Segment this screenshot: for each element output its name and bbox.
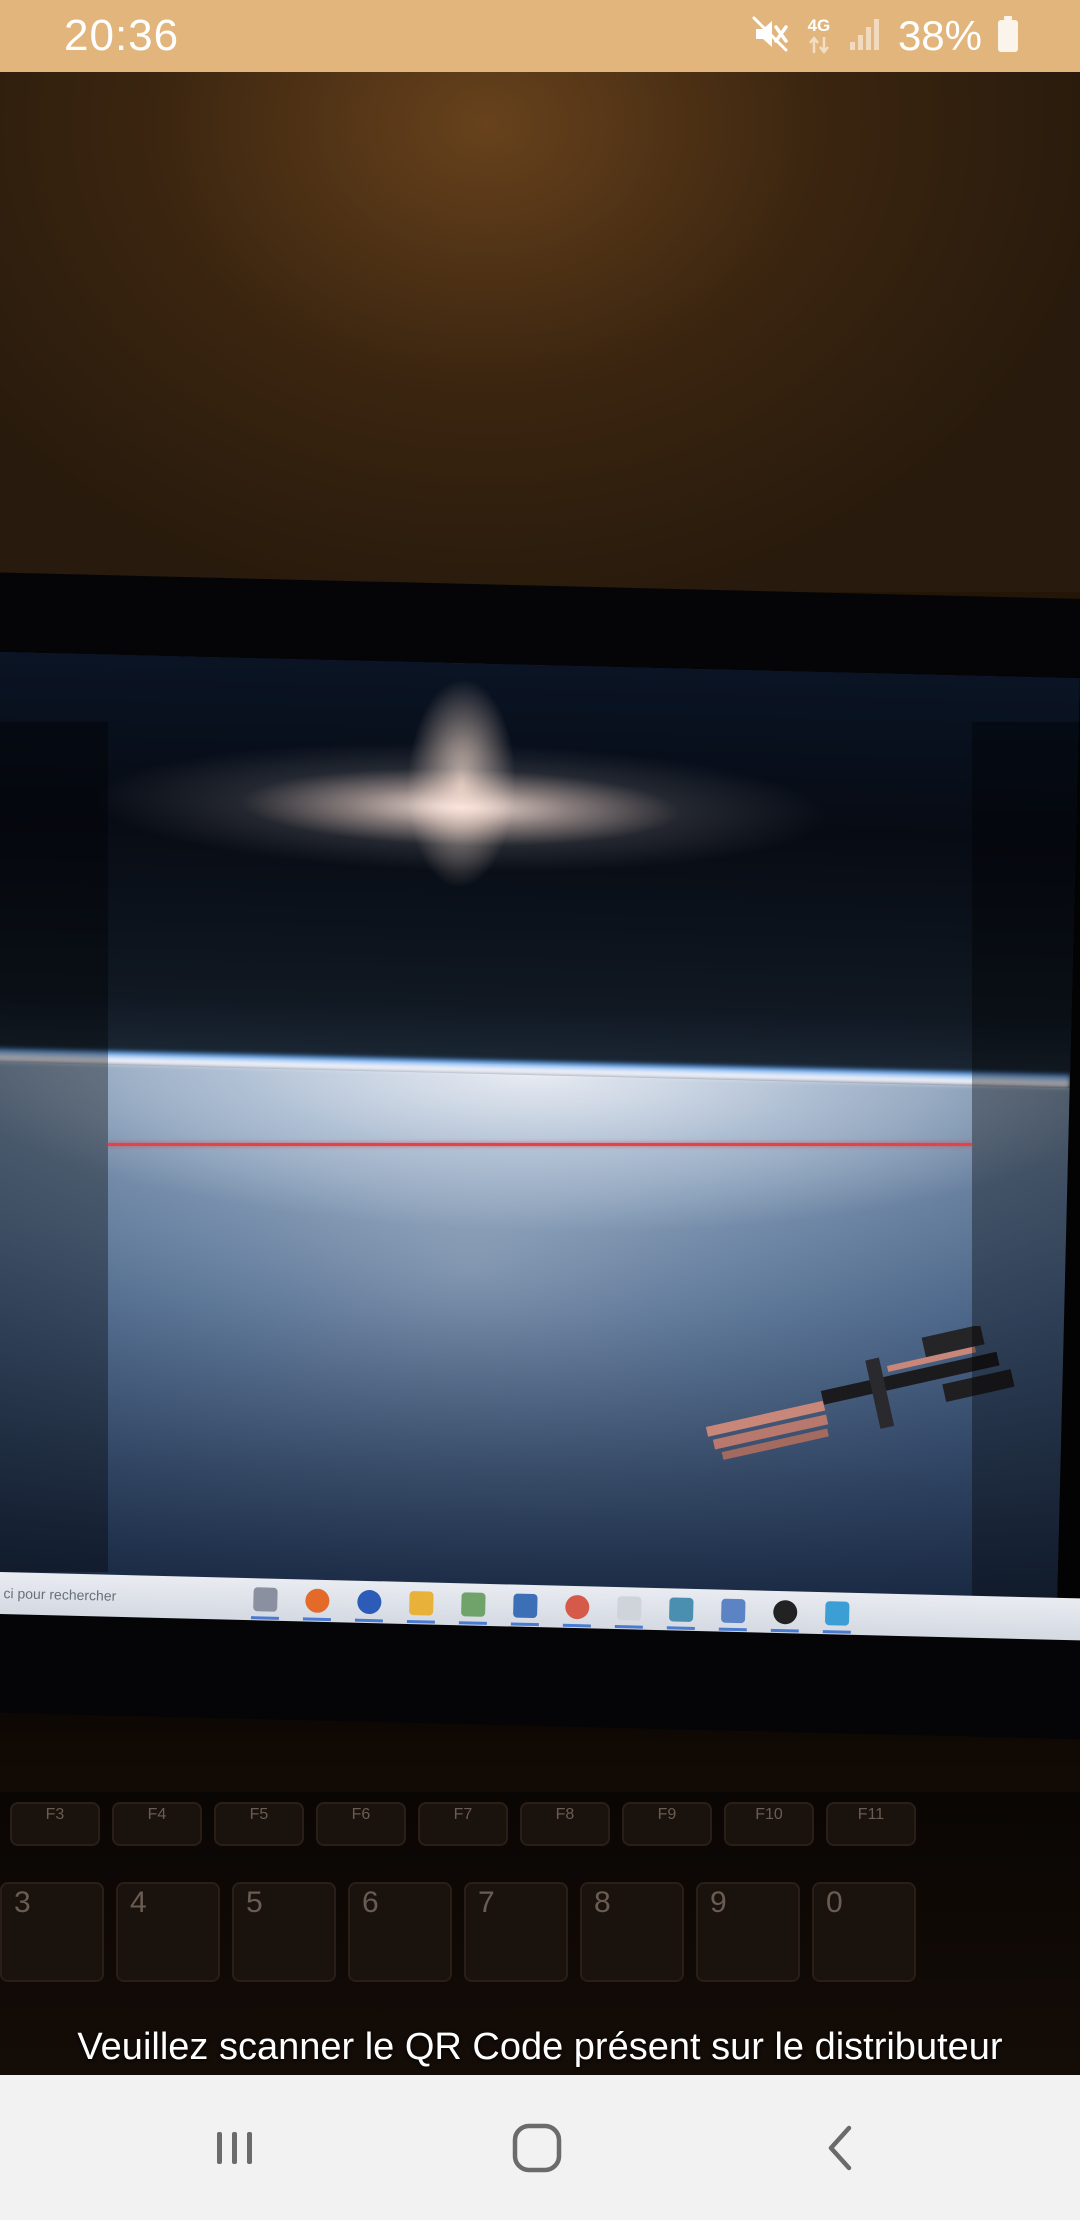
status-time: 20:36 xyxy=(64,11,180,60)
key: 5 xyxy=(232,1882,336,1982)
recents-button[interactable] xyxy=(190,2105,280,2195)
document-icon xyxy=(461,1592,486,1617)
app-icon xyxy=(668,1597,694,1622)
key: F3 xyxy=(10,1802,100,1846)
status-icons: 4G 38% xyxy=(750,12,1020,60)
home-icon xyxy=(507,2118,567,2183)
key: F6 xyxy=(316,1802,406,1846)
keyboard-number-row: 3 4 5 6 7 8 9 0 xyxy=(0,1882,916,1982)
blank-icon xyxy=(617,1596,642,1621)
calculator-icon xyxy=(513,1593,538,1619)
key: F10 xyxy=(724,1802,814,1846)
status-bar: 20:36 4G 38% xyxy=(0,0,1080,72)
key: 6 xyxy=(348,1882,452,1982)
key: 7 xyxy=(464,1882,568,1982)
file-icon xyxy=(720,1598,746,1624)
key: F5 xyxy=(214,1802,304,1846)
back-button[interactable] xyxy=(796,2105,886,2195)
key: F4 xyxy=(112,1802,202,1846)
key: F9 xyxy=(622,1802,712,1846)
scan-frame-shade-right xyxy=(972,722,1080,1622)
scan-line xyxy=(108,1143,972,1146)
home-button[interactable] xyxy=(492,2105,582,2195)
camera-monitor-screen xyxy=(0,652,1080,1609)
camera-background-wall xyxy=(0,72,1080,592)
key: 3 xyxy=(0,1882,104,1982)
key: F11 xyxy=(826,1802,916,1846)
key: F7 xyxy=(418,1802,508,1846)
key: 0 xyxy=(812,1882,916,1982)
scan-frame-shade-left xyxy=(0,722,108,1572)
key: 4 xyxy=(116,1882,220,1982)
recents-icon xyxy=(205,2118,265,2183)
space-sunrise xyxy=(0,652,1080,1079)
image-icon xyxy=(824,1601,850,1626)
scissors-icon xyxy=(565,1594,590,1620)
mute-icon xyxy=(750,14,790,59)
firefox-icon xyxy=(305,1588,330,1614)
navigation-bar xyxy=(0,2075,1080,2220)
taskview-icon xyxy=(253,1587,278,1612)
battery-percent: 38% xyxy=(897,12,982,59)
obs-icon xyxy=(772,1599,798,1625)
scan-instruction: Veuillez scanner le QR Code présent sur … xyxy=(77,2026,1003,2068)
taskbar-search-text: ci pour rechercher xyxy=(3,1585,117,1604)
key: F8 xyxy=(520,1802,610,1846)
network-label: 4G xyxy=(807,16,831,35)
key: 9 xyxy=(696,1882,800,1982)
key: 8 xyxy=(580,1882,684,1982)
scanner-screen: 20:36 4G 38% ci pour rechercher F3 F4 F5… xyxy=(0,0,1080,2220)
signal-icon xyxy=(848,16,884,57)
taskbar-icons xyxy=(253,1587,850,1626)
battery-icon xyxy=(996,14,1020,59)
lock-app-icon xyxy=(357,1589,382,1615)
back-icon xyxy=(811,2118,871,2183)
keyboard-function-row: F3 F4 F5 F6 F7 F8 F9 F10 F11 xyxy=(10,1802,916,1846)
network-4g-icon: 4G xyxy=(804,17,834,55)
camera-viewfinder: ci pour rechercher F3 F4 F5 F6 F7 F8 F9 … xyxy=(0,72,1080,2075)
folder-icon xyxy=(409,1591,434,1616)
